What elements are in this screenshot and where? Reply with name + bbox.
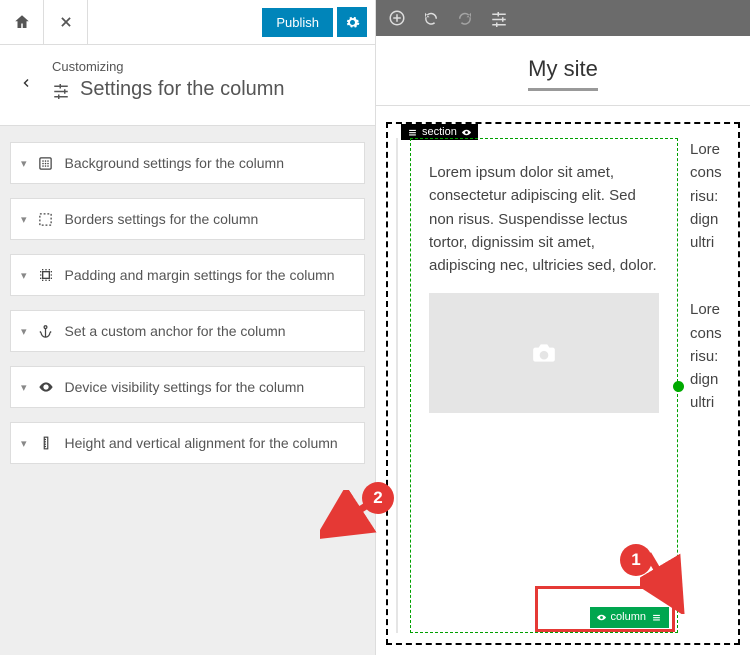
text-block[interactable]: Lorem ipsum dolor sit amet, consectetur …	[429, 161, 659, 277]
customizer-header: Customizing Settings for the column	[0, 45, 375, 126]
gear-icon	[345, 15, 360, 30]
section-handle-label: section	[422, 126, 457, 138]
chevron-down-icon: ▾	[21, 437, 27, 450]
section-background[interactable]: ▾ Background settings for the column	[10, 142, 365, 184]
sliders-icon	[490, 9, 508, 27]
ruler-icon	[37, 435, 55, 451]
section-anchor[interactable]: ▾ Set a custom anchor for the column	[10, 310, 365, 352]
anchor-icon	[37, 324, 55, 339]
eye-icon	[596, 612, 607, 623]
customizer-panel: Publish Customizing Settings for the col…	[0, 0, 376, 655]
image-placeholder[interactable]	[429, 293, 659, 413]
undo-button[interactable]	[422, 9, 440, 27]
plus-circle-icon	[388, 9, 406, 27]
box-model-icon	[37, 267, 55, 283]
camera-icon	[529, 340, 559, 366]
sliders-icon	[52, 81, 70, 99]
home-icon	[13, 13, 31, 31]
customizer-topbar: Publish	[0, 0, 375, 45]
border-icon	[37, 212, 55, 227]
section-borders[interactable]: ▾ Borders settings for the column	[10, 198, 365, 240]
preview-canvas: My site section Lorem ipsum dolor sit am…	[376, 0, 750, 655]
text-block: Lore cons risu: dign ultri	[690, 298, 730, 414]
site-title: My site	[528, 56, 598, 91]
chevron-left-icon	[20, 74, 32, 92]
section-label: Borders settings for the column	[65, 211, 259, 227]
canvas-toolbar	[376, 0, 750, 36]
section-label: Padding and margin settings for the colu…	[65, 267, 335, 283]
settings-list: ▾ Background settings for the column ▾ B…	[0, 126, 375, 480]
panel-title: Settings for the column	[80, 78, 285, 101]
breadcrumb: Customizing	[52, 59, 361, 74]
chevron-down-icon: ▾	[21, 269, 27, 282]
spacer-column	[396, 138, 398, 633]
section-visibility[interactable]: ▾ Device visibility settings for the col…	[10, 366, 365, 408]
publish-button[interactable]: Publish	[262, 8, 333, 37]
eye-icon	[461, 127, 472, 138]
section-label: Height and vertical alignment for the co…	[65, 435, 338, 451]
section-padding[interactable]: ▾ Padding and margin settings for the co…	[10, 254, 365, 296]
divider	[376, 105, 750, 106]
column-handle[interactable]: column	[590, 607, 669, 628]
back-button[interactable]	[14, 59, 38, 107]
section-label: Device visibility settings for the colum…	[65, 379, 305, 395]
undo-icon	[422, 9, 440, 27]
menu-icon	[650, 613, 663, 622]
section-label: Background settings for the column	[65, 155, 284, 171]
chevron-down-icon: ▾	[21, 157, 27, 170]
clipped-column: Lore cons risu: dign ultri Lore cons ris…	[690, 138, 730, 633]
close-button[interactable]	[44, 0, 88, 44]
home-button[interactable]	[0, 0, 44, 44]
redo-button[interactable]	[456, 9, 474, 27]
chevron-down-icon: ▾	[21, 381, 27, 394]
column-handle-label: column	[611, 609, 646, 626]
text-block: Lore cons risu: dign ultri	[690, 138, 730, 254]
grid-icon	[37, 156, 55, 171]
menu-icon	[407, 128, 418, 137]
section[interactable]: section Lorem ipsum dolor sit amet, cons…	[386, 122, 740, 645]
active-column[interactable]: Lorem ipsum dolor sit amet, consectetur …	[410, 138, 678, 633]
site-header: My site	[376, 36, 750, 116]
redo-icon	[456, 9, 474, 27]
chevron-down-icon: ▾	[21, 325, 27, 338]
section-label: Set a custom anchor for the column	[65, 323, 286, 339]
close-icon	[59, 15, 73, 29]
publish-settings-button[interactable]	[337, 7, 367, 37]
add-button[interactable]	[388, 9, 406, 27]
eye-icon	[37, 379, 55, 395]
canvas-settings-button[interactable]	[490, 9, 508, 27]
column-resize-handle[interactable]	[673, 381, 684, 392]
chevron-down-icon: ▾	[21, 213, 27, 226]
section-height[interactable]: ▾ Height and vertical alignment for the …	[10, 422, 365, 464]
